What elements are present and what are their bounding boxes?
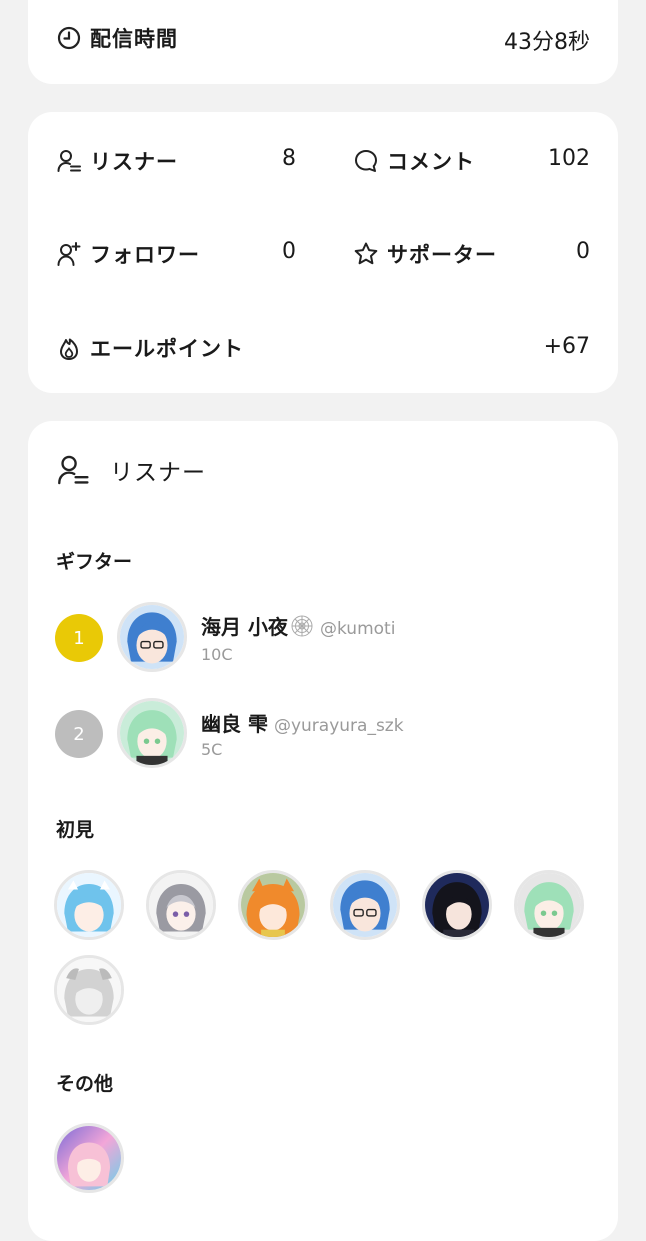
avatar[interactable] xyxy=(422,870,492,940)
cheer-points-label: エールポイント xyxy=(90,337,244,361)
stats-card: リスナー 8 コメント 102 フォロワー 0 サポーター 0 エールポイント … xyxy=(28,112,618,393)
comments-value: 102 xyxy=(548,146,590,171)
person-plus-icon xyxy=(56,241,82,267)
star-icon xyxy=(353,241,379,267)
listeners-value: 8 xyxy=(282,146,296,171)
avatar[interactable] xyxy=(54,870,124,940)
cheer-points-stat: エールポイント xyxy=(56,333,244,363)
cheer-points-value: +67 xyxy=(543,334,590,359)
gifter-handle: @yurayura_szk xyxy=(273,716,404,736)
supporters-stat: サポーター xyxy=(353,239,497,269)
avatar[interactable] xyxy=(54,955,124,1025)
listeners-panel-title: リスナー xyxy=(110,460,206,486)
avatar[interactable] xyxy=(117,698,187,768)
avatar[interactable] xyxy=(146,870,216,940)
avatar[interactable] xyxy=(117,602,187,672)
comments-label: コメント xyxy=(387,150,475,174)
followers-label: フォロワー xyxy=(90,243,200,267)
listeners-panel-header: リスナー xyxy=(56,453,206,487)
listeners-label: リスナー xyxy=(90,150,178,174)
duration-label: 配信時間 xyxy=(90,27,178,51)
speech-bubble-icon xyxy=(353,148,379,174)
comments-stat: コメント xyxy=(353,146,475,176)
avatar[interactable] xyxy=(330,870,400,940)
person-list-icon xyxy=(56,453,90,487)
gifter-coins: 5C xyxy=(201,740,223,759)
gifter-name[interactable]: 海月 小夜 @kumoti xyxy=(201,611,395,640)
avatar[interactable] xyxy=(238,870,308,940)
listeners-card: リスナー ギフター 1 海月 小夜 @kumoti 10C 2 幽良 雫 @yura… xyxy=(28,421,618,1241)
avatar[interactable] xyxy=(54,1123,124,1193)
rank-badge: 2 xyxy=(55,710,103,758)
gifter-coins: 10C xyxy=(201,645,233,664)
clock-icon xyxy=(56,25,82,51)
duration-row: 配信時間 xyxy=(56,23,178,53)
person-list-icon xyxy=(56,148,82,174)
duration-card: 配信時間 43分8秒 xyxy=(28,0,618,84)
flame-icon xyxy=(56,335,82,361)
supporters-label: サポーター xyxy=(387,243,497,267)
rank-badge: 1 xyxy=(55,614,103,662)
spiderweb-icon xyxy=(290,614,314,638)
followers-stat: フォロワー xyxy=(56,239,200,269)
duration-value: 43分8秒 xyxy=(504,30,590,55)
listeners-stat: リスナー xyxy=(56,146,178,176)
gifter-handle: @kumoti xyxy=(319,619,396,639)
others-heading: その他 xyxy=(56,1073,114,1095)
followers-value: 0 xyxy=(282,239,296,264)
avatar[interactable] xyxy=(514,870,584,940)
supporters-value: 0 xyxy=(576,239,590,264)
first-time-heading: 初見 xyxy=(56,819,95,841)
gifter-name[interactable]: 幽良 雫 @yurayura_szk xyxy=(201,708,404,737)
gifters-heading: ギフター xyxy=(56,551,133,573)
